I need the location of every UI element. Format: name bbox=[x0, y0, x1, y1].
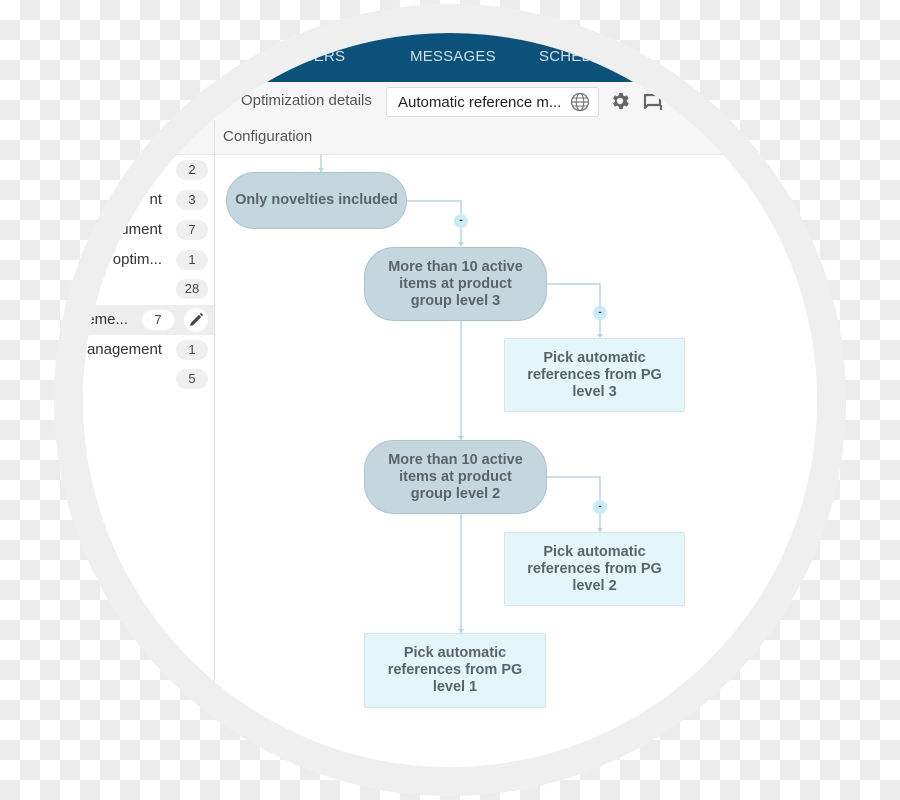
collapse-toggle[interactable]: - bbox=[593, 306, 607, 320]
arrowhead bbox=[458, 242, 464, 246]
collapse-toggle[interactable]: - bbox=[454, 214, 468, 228]
collapse-toggle[interactable]: - bbox=[593, 500, 607, 514]
connector-n4-n5 bbox=[546, 476, 601, 532]
flow-node-action[interactable]: Pick automatic references from PG level … bbox=[504, 532, 685, 606]
flow-node-condition[interactable]: More than 10 active items at product gro… bbox=[364, 440, 547, 514]
flow-node-condition[interactable]: Only novelties included bbox=[226, 172, 407, 229]
magnifier-lens: MEMBERS MESSAGES SCHEDULES Optimization … bbox=[83, 33, 817, 767]
app-window: MEMBERS MESSAGES SCHEDULES Optimization … bbox=[83, 33, 817, 767]
connector-n2-n3 bbox=[546, 283, 601, 338]
flow-node-condition[interactable]: More than 10 active items at product gro… bbox=[364, 247, 547, 321]
flow-node-action[interactable]: Pick automatic references from PG level … bbox=[364, 633, 546, 708]
flow-node-action[interactable]: Pick automatic references from PG level … bbox=[504, 338, 685, 412]
connector-n1-n2 bbox=[406, 200, 462, 246]
